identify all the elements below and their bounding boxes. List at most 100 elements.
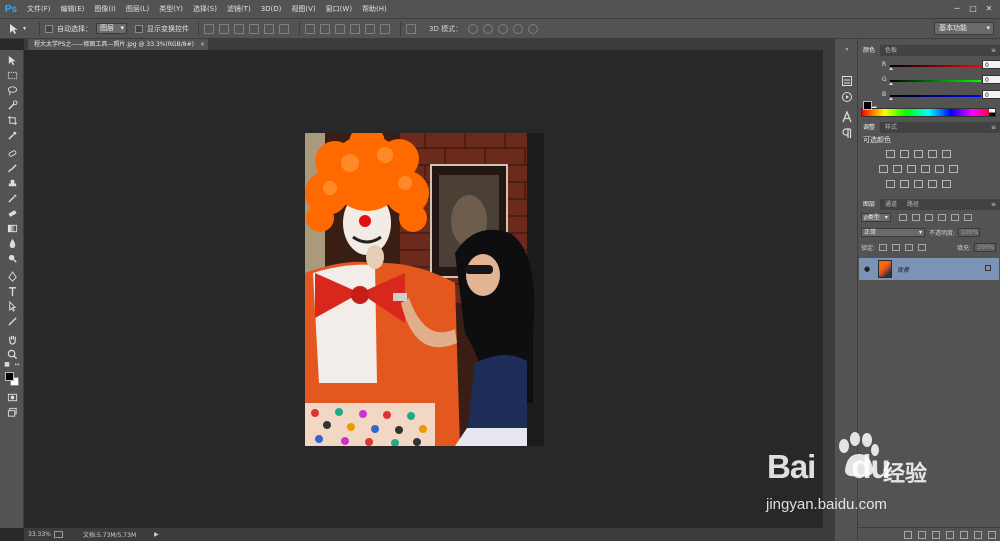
blue-value-input[interactable]: 0	[982, 90, 1000, 99]
hue-saturation-icon[interactable]	[879, 165, 888, 173]
eyedropper-tool-icon[interactable]	[5, 129, 19, 142]
slide-3d-icon[interactable]	[513, 23, 524, 34]
layer-style-icon[interactable]	[918, 530, 926, 539]
dodge-tool-icon[interactable]	[5, 252, 19, 265]
menu-edit[interactable]: 编辑(E)	[56, 0, 90, 18]
align-bottom-icon[interactable]	[234, 23, 244, 34]
panel-menu-icon[interactable]: ≡	[991, 199, 996, 210]
new-adjustment-layer-icon[interactable]	[946, 530, 954, 539]
screen-mode-icon[interactable]	[5, 406, 19, 419]
canvas-area[interactable]	[25, 50, 835, 528]
menu-type[interactable]: 类型(Y)	[154, 0, 188, 18]
menu-window[interactable]: 窗口(W)	[321, 0, 357, 18]
quick-select-tool-icon[interactable]	[5, 99, 19, 112]
opacity-input[interactable]: 100%	[958, 228, 981, 237]
lock-position-icon[interactable]	[905, 244, 914, 251]
black-white-icon[interactable]	[907, 165, 916, 173]
tab-paths[interactable]: 路径	[902, 199, 924, 210]
menu-help[interactable]: 帮助(H)	[357, 0, 392, 18]
tab-channels[interactable]: 通道	[880, 199, 902, 210]
blend-mode-dropdown[interactable]: 正常	[861, 228, 925, 237]
channel-mixer-icon[interactable]	[935, 165, 944, 173]
filter-pixel-icon[interactable]	[898, 214, 907, 221]
quick-mask-icon[interactable]	[5, 391, 19, 404]
align-vcenter-icon[interactable]	[219, 23, 229, 34]
black-white-swatch[interactable]	[989, 109, 995, 116]
invert-icon[interactable]	[886, 180, 895, 188]
document-tab[interactable]: 程大太学PS之——修图工具—照片.jpg @ 33.3%(RGB/8#) ×	[28, 39, 208, 50]
close-icon[interactable]: ×	[200, 39, 205, 50]
status-menu-arrow-icon[interactable]: ▶	[154, 531, 159, 538]
selective-color-icon[interactable]	[928, 180, 937, 188]
filter-smart-object-icon[interactable]	[950, 214, 959, 221]
pen-tool-icon[interactable]	[5, 270, 19, 283]
layer-name[interactable]: 背景	[897, 265, 909, 274]
menu-filter[interactable]: 滤镜(T)	[222, 0, 256, 18]
maximize-button[interactable]: □	[966, 3, 980, 15]
vertical-scrollbar[interactable]	[823, 50, 834, 528]
blue-slider-track[interactable]	[890, 95, 981, 97]
auto-select-checkbox[interactable]	[45, 24, 53, 33]
threshold-icon[interactable]	[914, 180, 923, 188]
color-lookup-icon[interactable]	[949, 165, 958, 173]
red-slider-track[interactable]	[890, 65, 981, 67]
type-tool-icon[interactable]	[5, 285, 19, 298]
tab-layers[interactable]: 图层	[858, 199, 881, 210]
drag-3d-icon[interactable]	[498, 23, 509, 34]
filter-adjustment-icon[interactable]	[911, 214, 920, 221]
posterize-icon[interactable]	[900, 180, 909, 188]
character-panel-icon[interactable]	[841, 110, 853, 123]
align-hcenter-icon[interactable]	[264, 23, 274, 34]
link-layers-icon[interactable]	[904, 530, 912, 539]
lock-all-icon[interactable]	[918, 244, 927, 251]
distribute-left-icon[interactable]	[350, 23, 360, 34]
color-panel-foreground-swatch[interactable]	[863, 101, 872, 110]
color-balance-icon[interactable]	[893, 165, 902, 173]
photo-filter-icon[interactable]	[921, 165, 930, 173]
menu-layer[interactable]: 图层(L)	[121, 0, 154, 18]
curves-icon[interactable]	[914, 150, 923, 158]
brush-tool-icon[interactable]	[5, 162, 19, 175]
tab-swatches[interactable]: 色板	[880, 45, 902, 56]
lasso-tool-icon[interactable]	[5, 84, 19, 97]
crop-tool-icon[interactable]	[5, 114, 19, 127]
collapse-arrows-icon[interactable]: »	[841, 44, 853, 56]
clone-stamp-tool-icon[interactable]	[5, 177, 19, 190]
align-top-icon[interactable]	[204, 23, 214, 34]
color-spectrum-bar[interactable]	[861, 108, 996, 117]
green-slider-thumb[interactable]	[889, 82, 893, 85]
blue-slider-thumb[interactable]	[889, 97, 893, 100]
panel-menu-icon[interactable]: ≡	[991, 45, 996, 56]
brightness-contrast-icon[interactable]	[886, 150, 895, 158]
tab-styles[interactable]: 样式	[880, 122, 902, 133]
lock-transparent-icon[interactable]	[879, 244, 888, 251]
distribute-right-icon[interactable]	[380, 23, 390, 34]
menu-3d[interactable]: 3D(D)	[256, 0, 287, 18]
layer-row-background[interactable]: ● 背景	[859, 258, 999, 280]
menu-file[interactable]: 文件(F)	[22, 0, 56, 18]
auto-select-dropdown[interactable]: 图层	[96, 23, 127, 34]
distribute-bottom-icon[interactable]	[335, 23, 345, 34]
swap-colors-icon[interactable]: ↔	[13, 360, 21, 368]
paragraph-panel-icon[interactable]	[841, 127, 853, 139]
gradient-map-icon[interactable]	[942, 180, 951, 188]
distribute-hcenter-icon[interactable]	[365, 23, 375, 34]
document-image[interactable]	[305, 133, 544, 446]
panel-menu-icon[interactable]: ≡	[991, 122, 996, 133]
menu-select[interactable]: 选择(S)	[188, 0, 222, 18]
close-window-button[interactable]: ✕	[982, 3, 996, 15]
path-selection-tool-icon[interactable]	[5, 300, 19, 313]
foreground-color-swatch[interactable]	[5, 372, 14, 381]
default-colors-icon[interactable]: ■	[3, 360, 11, 368]
filter-shape-icon[interactable]	[937, 214, 946, 221]
move-tool-preset[interactable]: ▾	[8, 20, 34, 37]
delete-layer-icon[interactable]	[988, 530, 996, 539]
levels-icon[interactable]	[900, 150, 909, 158]
fill-input[interactable]: 100%	[974, 243, 997, 252]
tab-adjustments[interactable]: 调整	[858, 122, 881, 133]
green-slider-track[interactable]	[890, 80, 981, 82]
filter-type-icon[interactable]	[924, 214, 933, 221]
healing-brush-tool-icon[interactable]	[5, 147, 19, 160]
tab-color[interactable]: 颜色	[858, 45, 881, 56]
menu-view[interactable]: 视图(V)	[286, 0, 320, 18]
